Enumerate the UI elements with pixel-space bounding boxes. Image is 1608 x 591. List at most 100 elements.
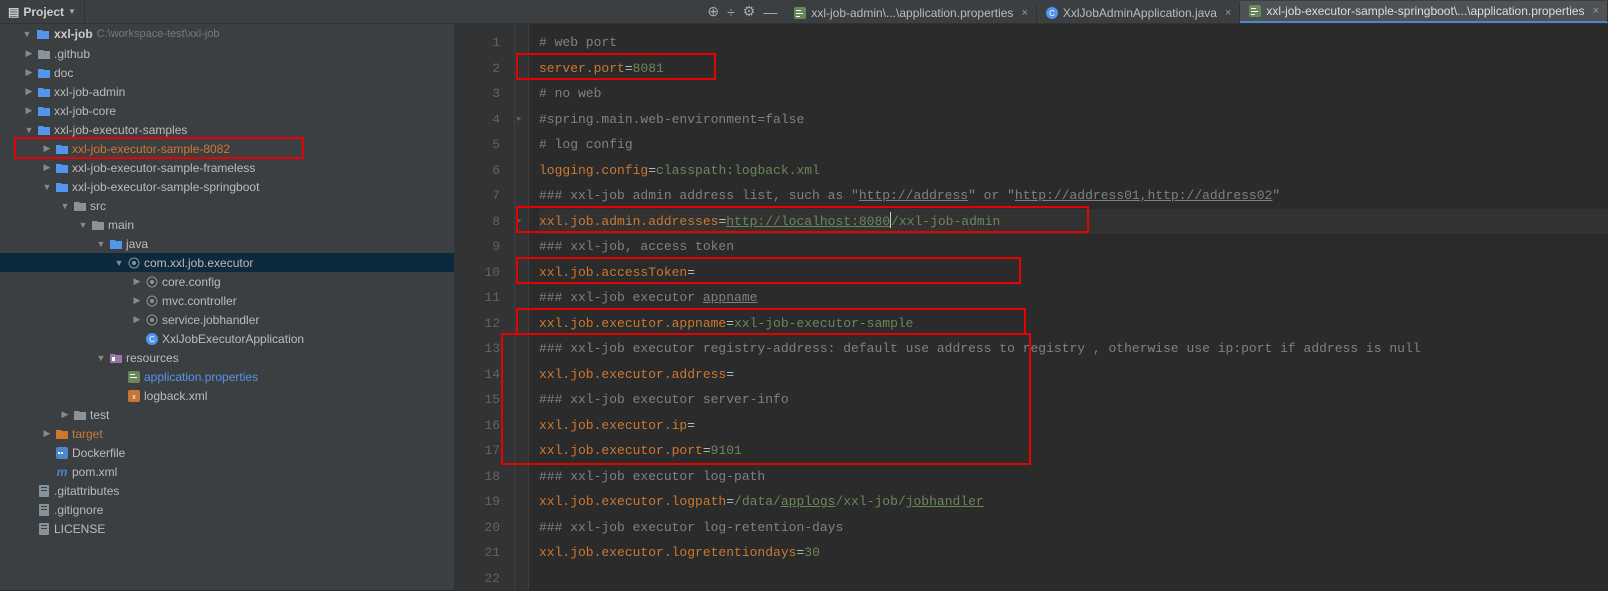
chevron-down-icon[interactable]: ▼: [96, 239, 106, 249]
code-token: #spring.main.web-environment=false: [539, 112, 804, 127]
project-tree[interactable]: ▼ xxl-job C:\workspace-test\xxl-job ▶.gi…: [0, 24, 455, 590]
code-line[interactable]: ### xxl-job executor log-retention-days: [539, 515, 1608, 541]
tree-row[interactable]: ▼xxl-job-executor-samples: [0, 120, 454, 139]
tree-row[interactable]: ▶xxl-job-admin: [0, 82, 454, 101]
code-line[interactable]: xxl.job.executor.ip=: [539, 413, 1608, 439]
maven-icon: m: [55, 465, 69, 479]
code-line[interactable]: # log config: [539, 132, 1608, 158]
code-line[interactable]: logging.config=classpath:logback.xml: [539, 158, 1608, 184]
chevron-down-icon: ▼: [68, 7, 76, 16]
code-line[interactable]: xxl.job.executor.port=9101: [539, 438, 1608, 464]
tree-row[interactable]: CXxlJobExecutorApplication: [0, 329, 454, 348]
tree-row[interactable]: ▼main: [0, 215, 454, 234]
tree-row[interactable]: ▼xxl-job-executor-sample-springboot: [0, 177, 454, 196]
tree-row[interactable]: ▶ core.config: [0, 272, 454, 291]
code-token: 8081: [633, 61, 664, 76]
chevron-right-icon[interactable]: ▶: [42, 428, 52, 439]
close-icon[interactable]: ×: [1593, 5, 1599, 17]
code-line[interactable]: server.port=8081: [539, 56, 1608, 82]
tree-row[interactable]: .gitignore: [0, 500, 454, 519]
chevron-right-icon[interactable]: ▶: [24, 67, 34, 78]
tree-row[interactable]: ▶mvc.controller: [0, 291, 454, 310]
chevron-right-icon[interactable]: ▶: [24, 105, 34, 116]
minimize-icon[interactable]: —: [763, 4, 777, 20]
tree-row[interactable]: mpom.xml: [0, 462, 454, 481]
code-line[interactable]: #spring.main.web-environment=false: [539, 107, 1608, 133]
code-line[interactable]: ### xxl-job executor log-path: [539, 464, 1608, 490]
tree-row[interactable]: ▼java: [0, 234, 454, 253]
code-line[interactable]: # no web: [539, 81, 1608, 107]
code-line[interactable]: xxl.job.admin.addresses=http://localhost…: [539, 209, 1608, 235]
fold-toggle-icon[interactable]: ▸: [517, 215, 522, 226]
fold-toggle-icon[interactable]: ▸: [517, 113, 522, 124]
code-token: 30: [804, 545, 820, 560]
code-area[interactable]: # web portserver.port=8081# no web #sprin…: [529, 24, 1608, 590]
chevron-right-icon[interactable]: ▶: [132, 314, 142, 325]
tree-item-label: pom.xml: [72, 465, 117, 479]
tree-row[interactable]: ▶test: [0, 405, 454, 424]
code-line[interactable]: ### xxl-job executor registry-address: d…: [539, 336, 1608, 362]
chevron-right-icon[interactable]: ▶: [132, 276, 142, 287]
tree-row[interactable]: ▶xxl-job-executor-sample-frameless: [0, 158, 454, 177]
editor-tab[interactable]: xxl-job-executor-sample-springboot\...\a…: [1240, 1, 1608, 23]
chevron-down-icon[interactable]: ▼: [60, 201, 70, 211]
tree-row[interactable]: ▶service.jobhandler: [0, 310, 454, 329]
tree-row[interactable]: LICENSE: [0, 519, 454, 538]
tree-row[interactable]: ▼com.xxl.job.executor: [0, 253, 454, 272]
code-line[interactable]: ### xxl-job executor appname: [539, 285, 1608, 311]
chevron-down-icon: ▼: [22, 29, 32, 39]
chevron-down-icon[interactable]: ▼: [78, 220, 88, 230]
code-token: /xxl-job-admin: [891, 214, 1000, 229]
editor[interactable]: 12345678910111213141516171819202122 ▸▸ #…: [455, 24, 1608, 590]
editor-tab[interactable]: CXxlJobAdminApplication.java×: [1037, 3, 1241, 23]
chevron-down-icon[interactable]: ▼: [96, 353, 106, 363]
code-line[interactable]: xxl.job.executor.logpath=/data/applogs/x…: [539, 489, 1608, 515]
chevron-down-icon[interactable]: ▼: [42, 182, 52, 192]
tree-row[interactable]: application.properties: [0, 367, 454, 386]
project-tool-button[interactable]: ▤ Project ▼: [0, 0, 85, 23]
chevron-right-icon[interactable]: ▶: [24, 48, 34, 59]
code-token: classpath:logback.xml: [656, 163, 820, 178]
tree-row[interactable]: .gitattributes: [0, 481, 454, 500]
target-icon[interactable]: ⊕: [707, 3, 719, 20]
code-line[interactable]: xxl.job.accessToken=: [539, 260, 1608, 286]
code-token: ### xxl-job executor: [539, 290, 703, 305]
code-line[interactable]: xxl.job.executor.logretentiondays=30: [539, 540, 1608, 566]
divide-icon[interactable]: ÷: [727, 4, 735, 20]
close-icon[interactable]: ×: [1225, 7, 1231, 19]
pkg-icon: [145, 294, 159, 308]
tree-item-label: target: [72, 427, 103, 441]
chevron-right-icon[interactable]: ▶: [42, 162, 52, 173]
javaclass-icon: C: [145, 332, 159, 346]
pkg-icon: [145, 275, 159, 289]
gear-icon[interactable]: ⚙: [743, 3, 756, 20]
close-icon[interactable]: ×: [1021, 7, 1027, 19]
code-line[interactable]: xxl.job.executor.address=: [539, 362, 1608, 388]
chevron-right-icon[interactable]: ▶: [24, 86, 34, 97]
tree-root[interactable]: ▼ xxl-job C:\workspace-test\xxl-job: [0, 24, 454, 44]
tree-row[interactable]: ▶ target: [0, 424, 454, 443]
tree-item-label: core.config: [162, 275, 221, 289]
tree-row[interactable]: ▶xxl-job-core: [0, 101, 454, 120]
code-line[interactable]: ### xxl-job executor server-info: [539, 387, 1608, 413]
code-line[interactable]: # web port: [539, 30, 1608, 56]
tree-row[interactable]: ▶.github: [0, 44, 454, 63]
tree-row[interactable]: Dockerfile: [0, 443, 454, 462]
tree-row[interactable]: ▼src: [0, 196, 454, 215]
code-line[interactable]: xxl.job.executor.appname=xxl-job-executo…: [539, 311, 1608, 337]
code-line[interactable]: ### xxl-job admin address list, such as …: [539, 183, 1608, 209]
chevron-right-icon[interactable]: ▶: [42, 143, 52, 154]
line-number: 1: [455, 30, 500, 56]
chevron-right-icon[interactable]: ▶: [60, 409, 70, 420]
code-line[interactable]: ### xxl-job, access token: [539, 234, 1608, 260]
chevron-down-icon[interactable]: ▼: [114, 258, 124, 268]
tree-row[interactable]: xlogback.xml: [0, 386, 454, 405]
tree-row[interactable]: ▼resources: [0, 348, 454, 367]
chevron-right-icon[interactable]: ▶: [132, 295, 142, 306]
tab-label: xxl-job-executor-sample-springboot\...\a…: [1266, 4, 1584, 18]
tree-row[interactable]: ▶xxl-job-executor-sample-8082: [0, 139, 454, 158]
tree-row[interactable]: ▶doc: [0, 63, 454, 82]
chevron-down-icon[interactable]: ▼: [24, 125, 34, 135]
tab-label: XxlJobAdminApplication.java: [1063, 6, 1217, 20]
editor-tab[interactable]: xxl-job-admin\...\application.properties…: [785, 3, 1037, 23]
